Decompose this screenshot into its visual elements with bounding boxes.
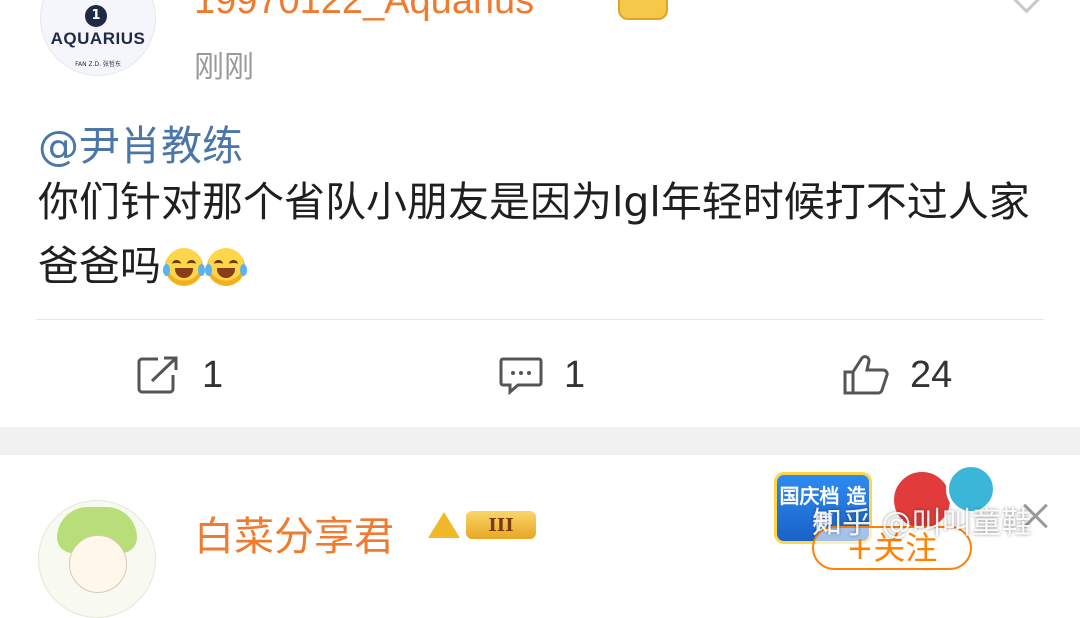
chevron-down-icon[interactable] [1011, 0, 1042, 14]
avatar-badge-number: 1 [85, 5, 107, 27]
post-separator [0, 427, 1080, 455]
thumbs-up-icon [843, 355, 889, 395]
laugh-cry-emoji-icon [205, 248, 247, 286]
mention-link[interactable]: @尹肖教练 [38, 112, 243, 172]
post-time: 刚刚 [194, 50, 254, 85]
username[interactable]: 白菜分享君 [194, 504, 394, 562]
crown-icon [428, 512, 460, 538]
cartoon-face-icon [69, 535, 127, 593]
comment-button[interactable]: 1 [498, 348, 585, 402]
username[interactable]: 19970122_Aquarius [194, 0, 534, 23]
repost-button[interactable]: 1 [136, 348, 223, 402]
avatar-brand-text: AQUARIUS [50, 29, 146, 48]
level-badge: III [428, 508, 542, 542]
comment-count: 1 [564, 353, 586, 396]
post-body: 你们针对那个省队小朋友是因为lgl年轻时候打不过人家爸爸吗 [38, 170, 1048, 298]
member-badge-icon [618, 0, 668, 20]
divider [36, 319, 1044, 320]
watermark: 知乎 @叫叫童鞋 [812, 506, 1032, 541]
level-badge-text: III [466, 511, 536, 539]
comment-icon [499, 357, 543, 395]
like-count: 24 [910, 353, 953, 396]
avatar[interactable] [38, 500, 156, 618]
repost-count: 1 [202, 353, 224, 396]
laugh-cry-emoji-icon [163, 248, 205, 286]
repost-icon [137, 356, 178, 394]
avatar[interactable]: 1 AQUARIUS FAN Z.D. 张哲东 [40, 0, 156, 76]
avatar-sub-text: FAN Z.D. 张哲东 [75, 61, 121, 68]
like-button[interactable]: 24 [842, 348, 952, 402]
